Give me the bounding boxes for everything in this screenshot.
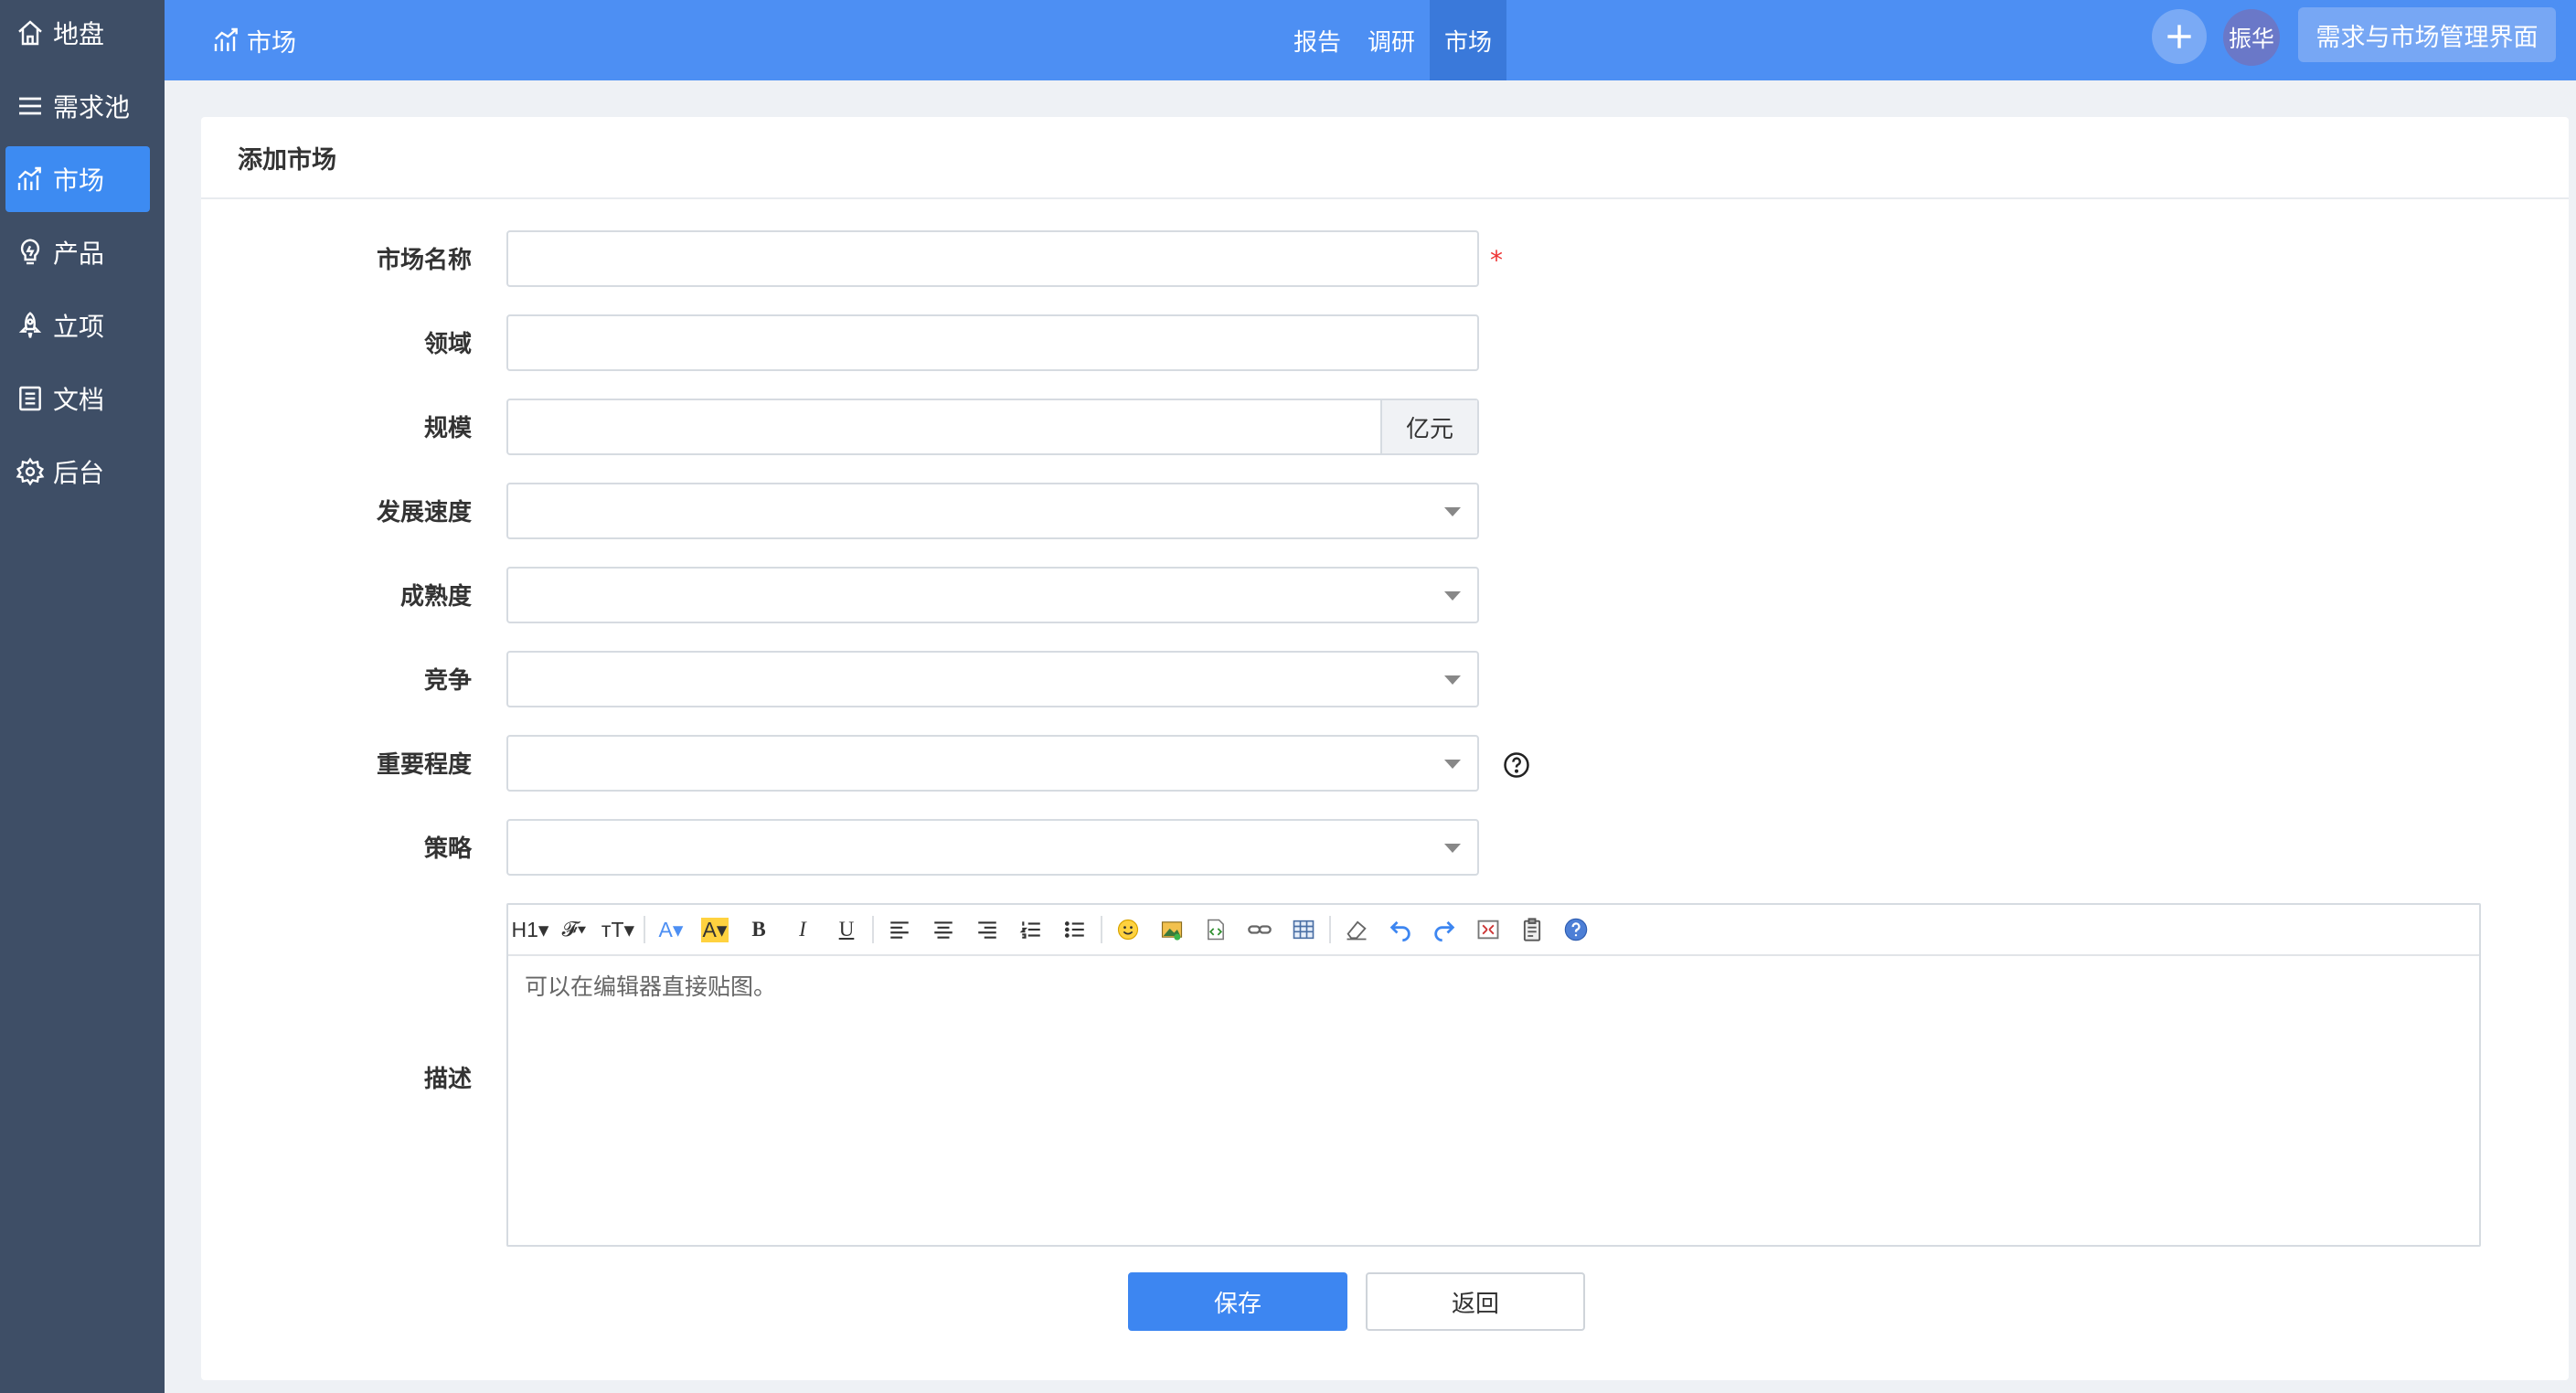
strategy-select[interactable]: [506, 819, 1479, 876]
undo-icon[interactable]: [1378, 911, 1422, 948]
redo-icon[interactable]: [1422, 911, 1466, 948]
user-avatar[interactable]: 振华: [2223, 9, 2280, 66]
bold-button[interactable]: B: [737, 911, 781, 948]
tab-market[interactable]: 市场: [1430, 0, 1506, 80]
paste-icon[interactable]: [1510, 911, 1554, 948]
sidebar-item-label: 需求池: [53, 92, 131, 122]
document-icon: [15, 383, 46, 414]
market-name-input[interactable]: [506, 230, 1479, 287]
sidebar-item-docs[interactable]: 文档: [5, 366, 150, 431]
market-chart-icon: [15, 164, 46, 195]
chevron-down-icon: [1444, 591, 1461, 601]
rich-text-editor[interactable]: H1▾ 𝓕▾ тT▾ A▾ A▾ B I U 可以在编辑器直接贴图。: [506, 903, 2481, 1247]
domain-field[interactable]: [508, 316, 1477, 369]
competition-label: 竞争: [423, 667, 472, 695]
chevron-down-icon: [1444, 507, 1461, 516]
speed-label: 发展速度: [376, 499, 472, 526]
list-icon: [15, 90, 46, 122]
required-mark: *: [1490, 245, 1503, 275]
sidebar: 地盘 需求池 市场 产品 立项 文档 后台: [0, 0, 165, 1393]
sidebar-item-label: 立项: [53, 312, 105, 342]
align-center-icon[interactable]: [921, 911, 965, 948]
sidebar-item-project[interactable]: 立项: [5, 292, 150, 358]
competition-select[interactable]: [506, 651, 1479, 707]
sidebar-item-label: 地盘: [53, 19, 105, 49]
font-family-button[interactable]: 𝓕▾: [552, 911, 596, 948]
ordered-list-icon[interactable]: [1009, 911, 1053, 948]
heading-button[interactable]: H1▾: [508, 911, 552, 948]
emoji-icon[interactable]: [1106, 911, 1150, 948]
speed-select[interactable]: [506, 483, 1479, 539]
maturity-label: 成熟度: [399, 583, 472, 611]
fullscreen-icon[interactable]: [1466, 911, 1510, 948]
toolbar-divider: [1101, 916, 1102, 943]
sidebar-item-label: 产品: [53, 239, 105, 269]
sidebar-item-label: 后台: [53, 458, 105, 488]
align-right-icon[interactable]: [965, 911, 1009, 948]
toolbar-divider: [644, 916, 645, 943]
sidebar-item-label: 市场: [53, 165, 105, 196]
domain-label: 领域: [423, 331, 472, 358]
card-header: 添加市场: [201, 117, 2569, 199]
insert-image-icon[interactable]: [1150, 911, 1194, 948]
font-size-button[interactable]: тT▾: [596, 911, 640, 948]
sidebar-item-dashboard[interactable]: 地盘: [5, 0, 150, 66]
create-button[interactable]: [2152, 9, 2207, 64]
scale-label: 规模: [423, 415, 472, 442]
scale-unit-addon: 亿元: [1380, 400, 1477, 453]
importance-label: 重要程度: [376, 751, 472, 779]
italic-button[interactable]: I: [781, 911, 825, 948]
chevron-down-icon: [1444, 844, 1461, 853]
sidebar-item-market[interactable]: 市场: [5, 146, 150, 212]
save-button[interactable]: 保存: [1128, 1272, 1347, 1331]
table-icon[interactable]: [1282, 911, 1325, 948]
top-header: 市场 报告 调研 市场 振华 需求与市场管理界面: [165, 0, 2576, 80]
help-icon[interactable]: [1503, 751, 1530, 779]
plus-icon: [2167, 25, 2191, 48]
sidebar-item-admin[interactable]: 后台: [5, 439, 150, 505]
header-title-text: 市场: [247, 28, 296, 58]
back-button[interactable]: 返回: [1366, 1272, 1585, 1331]
gear-icon: [15, 456, 46, 487]
tab-research[interactable]: 调研: [1358, 0, 1424, 80]
lightbulb-icon: [15, 237, 46, 268]
chevron-down-icon: [1444, 760, 1461, 769]
interface-switch-button[interactable]: 需求与市场管理界面: [2298, 7, 2556, 62]
eraser-icon[interactable]: [1335, 911, 1378, 948]
align-left-icon[interactable]: [878, 911, 921, 948]
unordered-list-icon[interactable]: [1053, 911, 1097, 948]
strategy-label: 策略: [423, 835, 472, 863]
page-title: 添加市场: [238, 145, 336, 175]
editor-toolbar: H1▾ 𝓕▾ тT▾ A▾ A▾ B I U: [508, 905, 2479, 956]
help-circle-icon[interactable]: [1554, 911, 1598, 948]
domain-input[interactable]: [506, 314, 1479, 371]
maturity-select[interactable]: [506, 567, 1479, 623]
code-block-icon[interactable]: [1194, 911, 1238, 948]
toolbar-divider: [1329, 916, 1331, 943]
sidebar-item-requirements[interactable]: 需求池: [5, 73, 150, 139]
font-color-button[interactable]: A▾: [649, 911, 693, 948]
editor-content[interactable]: 可以在编辑器直接贴图。: [525, 969, 776, 1002]
rocket-icon: [15, 310, 46, 341]
scale-field[interactable]: [508, 400, 1368, 453]
market-name-field[interactable]: [508, 232, 1477, 285]
sidebar-item-label: 文档: [53, 385, 105, 415]
market-name-label: 市场名称: [376, 247, 472, 274]
sidebar-item-product[interactable]: 产品: [5, 219, 150, 285]
underline-button[interactable]: U: [825, 911, 868, 948]
toolbar-divider: [872, 916, 874, 943]
highlight-button[interactable]: A▾: [693, 911, 737, 948]
add-market-card: 添加市场 市场名称 * 领域 规模 亿元 发展速度 成熟度 竞争 重要程度 策略…: [201, 117, 2569, 1380]
chevron-down-icon: [1444, 675, 1461, 685]
scale-input[interactable]: 亿元: [506, 399, 1479, 455]
description-label: 描述: [423, 1066, 472, 1093]
importance-select[interactable]: [506, 735, 1479, 792]
header-title: 市场: [212, 0, 296, 80]
home-icon: [15, 17, 46, 48]
tab-report[interactable]: 报告: [1285, 0, 1349, 80]
link-icon[interactable]: [1238, 911, 1282, 948]
market-chart-icon: [214, 27, 238, 51]
